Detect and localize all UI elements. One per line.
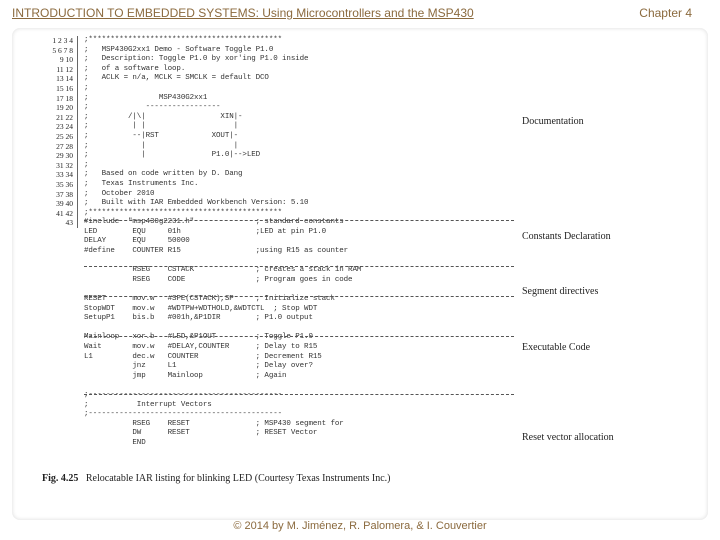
rule-mid-exec <box>84 336 514 337</box>
rule-after-const <box>84 266 514 267</box>
header-chapter: Chapter 4 <box>639 6 692 20</box>
content-panel: 1 2 3 4 5 6 7 8 9 10 11 12 13 14 15 16 1… <box>12 28 708 520</box>
rule-after-seg <box>84 296 514 297</box>
label-constants: Constants Declaration <box>522 231 672 242</box>
rule-after-exec <box>84 394 514 395</box>
figure-body: 1 2 3 4 5 6 7 8 9 10 11 12 13 14 15 16 1… <box>30 36 690 484</box>
slide: INTRODUCTION TO EMBEDDED SYSTEMS: Using … <box>0 0 720 540</box>
label-reset: Reset vector allocation <box>522 432 672 443</box>
label-executable: Executable Code <box>522 342 672 353</box>
label-documentation: Documentation <box>522 116 672 127</box>
header-title: INTRODUCTION TO EMBEDDED SYSTEMS: Using … <box>12 6 474 20</box>
caption-text: Relocatable IAR listing for blinking LED… <box>86 473 391 484</box>
figure-caption: Fig. 4.25 Relocatable IAR listing for bl… <box>42 473 391 484</box>
label-segment: Segment directives <box>522 286 672 297</box>
caption-label: Fig. 4.25 <box>42 473 78 484</box>
slide-header: INTRODUCTION TO EMBEDDED SYSTEMS: Using … <box>0 6 720 20</box>
rule-after-doc <box>84 220 514 221</box>
line-numbers: 1 2 3 4 5 6 7 8 9 10 11 12 13 14 15 16 1… <box>52 36 78 228</box>
slide-footer: © 2014 by M. Jiménez, R. Palomera, & I. … <box>0 520 720 532</box>
footer-copyright: © 2014 by M. Jiménez, R. Palomera, & I. … <box>233 520 486 532</box>
code-listing: ;***************************************… <box>84 36 514 449</box>
